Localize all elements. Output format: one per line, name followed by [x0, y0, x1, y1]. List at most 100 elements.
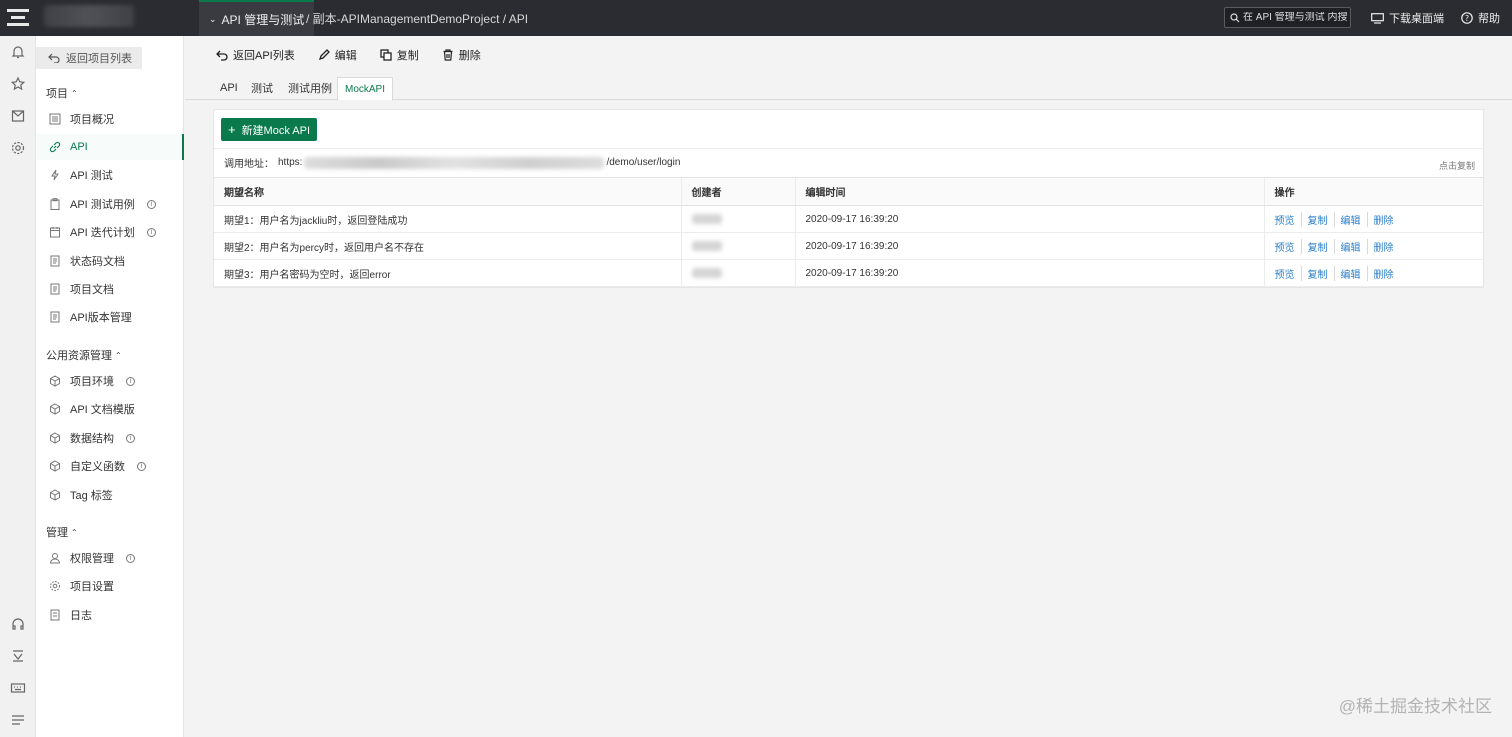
info-icon[interactable]: i: [126, 553, 135, 563]
expectation-name: 期望3：用户名密码为空时，返回error: [214, 259, 681, 287]
sidebar-item-status-code[interactable]: 状态码文档: [36, 248, 184, 274]
creator-blurred: [691, 213, 722, 224]
clipboard-icon: [50, 198, 60, 210]
actions-cell: 预览 复制 编辑 删除: [1263, 232, 1483, 260]
pencil-icon: [318, 49, 330, 61]
copy-url-link[interactable]: 点击复制: [1439, 159, 1475, 172]
module-switcher[interactable]: ⌄ API 管理与测试: [199, 0, 315, 36]
keyboard-icon[interactable]: [10, 680, 26, 696]
tab-mock-api[interactable]: MockAPI: [337, 77, 394, 101]
delete-link[interactable]: 删除: [1366, 265, 1400, 281]
copy-link[interactable]: 复制: [1300, 238, 1334, 254]
sidebar-item-api-test-case[interactable]: API 测试用例 i: [36, 191, 184, 217]
edit-link[interactable]: 编辑: [1333, 265, 1367, 281]
svg-text:?: ?: [1465, 14, 1469, 23]
tab-api[interactable]: API: [220, 76, 238, 100]
url-prefix: https:: [278, 157, 303, 168]
edit-time: 2020-09-17 16:39:20: [794, 205, 1264, 233]
back-to-project-list-button[interactable]: 返回项目列表: [36, 47, 142, 69]
info-icon[interactable]: i: [126, 433, 135, 443]
sidebar-item-doc-template[interactable]: API 文档模版: [36, 396, 184, 422]
sidebar-item-overview[interactable]: 项目概况: [36, 106, 184, 132]
user-icon: [49, 553, 61, 564]
delete-link[interactable]: 删除: [1366, 211, 1400, 227]
sidebar-item-custom-function[interactable]: 自定义函数 i: [36, 453, 184, 479]
copy-icon: [380, 49, 392, 61]
chevron-up-icon: ⌃: [115, 350, 122, 360]
edit-link[interactable]: 编辑: [1333, 238, 1367, 254]
edit-api-button[interactable]: 编辑: [318, 47, 357, 63]
sidebar-item-permission[interactable]: 权限管理 i: [36, 545, 184, 571]
search-input[interactable]: [1243, 12, 1347, 23]
url-host-blurred: [304, 156, 605, 169]
workspace-name-blurred: [44, 5, 134, 27]
inbox-icon[interactable]: [10, 108, 26, 124]
app-logo[interactable]: [0, 0, 36, 36]
sidebar-item-data-structure[interactable]: 数据结构 i: [36, 425, 184, 451]
document-icon: [50, 311, 60, 323]
cube-icon: [50, 460, 60, 472]
bell-icon[interactable]: [10, 44, 26, 60]
global-search[interactable]: [1224, 7, 1351, 28]
chevron-up-icon: ⌃: [71, 527, 78, 537]
help-link[interactable]: ? 帮助: [1461, 0, 1500, 36]
sidebar-item-environment[interactable]: 项目环境 i: [36, 368, 184, 394]
api-tabs: API 测试 测试用例 MockAPI: [185, 76, 1512, 101]
menu-icon[interactable]: [10, 712, 26, 728]
star-icon[interactable]: [10, 76, 26, 92]
search-icon: [1230, 12, 1240, 22]
tab-test-case[interactable]: 测试用例: [288, 76, 332, 100]
download-desktop-link[interactable]: 下载桌面端: [1371, 0, 1444, 36]
icon-rail: [0, 36, 36, 737]
sidebar-item-api-test[interactable]: API 测试: [36, 162, 184, 188]
info-icon[interactable]: i: [146, 227, 156, 237]
headset-icon[interactable]: [10, 616, 26, 632]
edit-time: 2020-09-17 16:39:20: [794, 232, 1264, 260]
gear-icon[interactable]: [10, 140, 26, 156]
preview-link[interactable]: 预览: [1275, 212, 1301, 227]
expectation-name: 期望1：用户名为jackliu时，返回登陆成功: [214, 205, 681, 233]
back-to-api-list-button[interactable]: 返回API列表: [216, 47, 295, 63]
sidebar-item-project-doc[interactable]: 项目文档: [36, 276, 184, 302]
group-title-project[interactable]: 项目 ⌃: [46, 85, 78, 101]
download-icon[interactable]: [10, 648, 26, 664]
delete-api-button[interactable]: 删除: [442, 47, 481, 63]
group-title-shared-resources[interactable]: 公用资源管理 ⌃: [46, 347, 122, 363]
sidebar-item-log[interactable]: 日志: [36, 602, 184, 628]
preview-link[interactable]: 预览: [1275, 239, 1301, 254]
creator-blurred: [691, 240, 722, 251]
sidebar-item-project-settings[interactable]: 项目设置: [36, 573, 184, 599]
preview-link[interactable]: 预览: [1275, 266, 1301, 281]
copy-api-button[interactable]: 复制: [380, 47, 419, 63]
info-icon[interactable]: i: [146, 199, 156, 209]
sidebar-item-api-version[interactable]: API版本管理: [36, 304, 184, 330]
edit-time: 2020-09-17 16:39:20: [794, 259, 1264, 287]
copy-link[interactable]: 复制: [1300, 211, 1334, 227]
column-header: 操作: [1263, 177, 1483, 206]
delete-link[interactable]: 删除: [1366, 238, 1400, 254]
creator-blurred: [691, 267, 722, 278]
sidebar-item-api[interactable]: API: [36, 134, 184, 160]
document-icon: [50, 283, 60, 295]
mock-expectations-table: 期望名称 创建者 编辑时间 操作 期望1：用户名为jackliu时，返回登陆成功…: [214, 177, 1483, 287]
column-header: 创建者: [680, 177, 795, 206]
info-icon[interactable]: i: [126, 376, 135, 386]
edit-link[interactable]: 编辑: [1333, 211, 1367, 227]
info-icon[interactable]: i: [137, 461, 146, 471]
module-label: API 管理与测试: [221, 12, 305, 27]
sidebar-item-api-iteration[interactable]: API 迭代计划 i: [36, 219, 184, 245]
cube-icon: [50, 403, 60, 415]
group-title-management[interactable]: 管理 ⌃: [46, 524, 78, 540]
cube-icon: [50, 375, 60, 387]
link-icon: [49, 141, 61, 153]
new-mock-api-button[interactable]: + 新建Mock API: [221, 118, 317, 141]
url-path: /demo/user/login: [606, 157, 681, 168]
download-label: 下载桌面端: [1389, 13, 1444, 25]
copy-link[interactable]: 复制: [1300, 265, 1334, 281]
tab-test[interactable]: 测试: [251, 76, 273, 100]
breadcrumb-text: / 副本-APIManagementDemoProject / API: [306, 11, 529, 26]
table-row: 期望3：用户名密码为空时，返回error 2020-09-17 16:39:20…: [214, 259, 1483, 287]
document-icon: [50, 255, 60, 267]
sidebar-item-tag[interactable]: Tag 标签: [36, 482, 184, 508]
mock-api-panel: + 新建Mock API 调用地址： https: /demo/user/log…: [213, 109, 1484, 288]
